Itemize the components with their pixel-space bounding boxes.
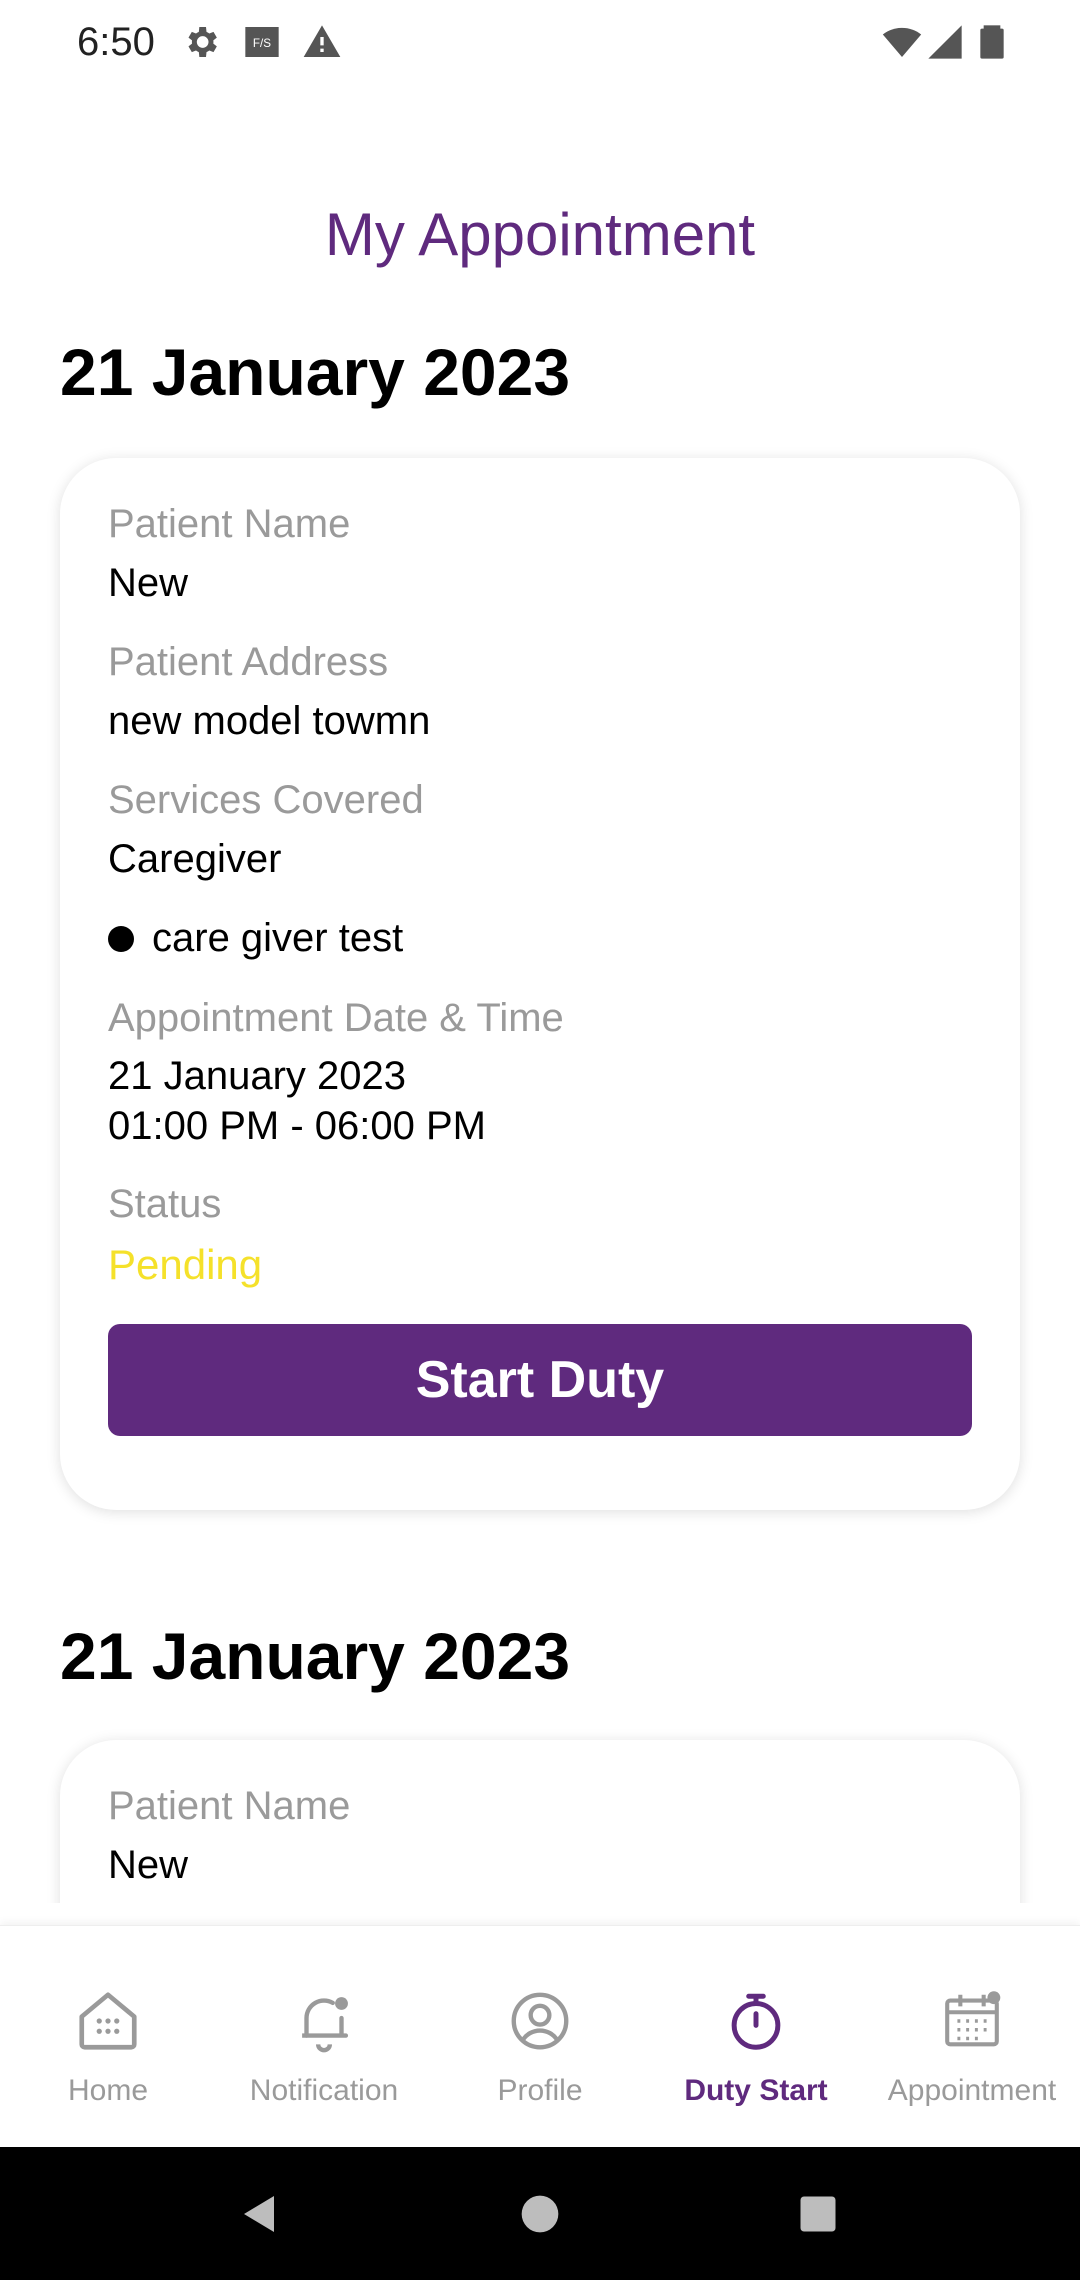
date-heading: 21 January 2023 xyxy=(60,335,571,409)
home-system-button[interactable] xyxy=(480,2147,600,2280)
system-navigation-bar xyxy=(0,2147,1080,2280)
home-circle-icon xyxy=(521,2195,559,2232)
settings-icon xyxy=(181,22,221,62)
bullet-icon xyxy=(108,925,134,952)
sub-service-value: care giver test xyxy=(152,916,404,960)
status-time: 6:50 xyxy=(77,20,155,64)
signal-icon xyxy=(925,22,965,62)
app-screen: 6:50 F/S My Appointment 21 January 2023 … xyxy=(0,0,1080,2280)
recents-square-icon xyxy=(800,2196,836,2231)
nav-label: Profile xyxy=(497,2074,583,2107)
datetime-label: Appointment Date & Time xyxy=(108,996,564,1040)
nav-duty-start[interactable]: Duty Start xyxy=(648,1926,864,2148)
nav-notification[interactable]: Notification xyxy=(216,1926,432,2148)
nav-home[interactable]: Home xyxy=(0,1926,216,2148)
home-icon xyxy=(79,1992,137,2050)
patient-name-label: Patient Name xyxy=(108,1784,351,1828)
nav-label: Duty Start xyxy=(684,2074,828,2107)
alert-icon xyxy=(302,22,342,62)
nav-label: Appointment xyxy=(887,2074,1057,2107)
fys-badge-text: F/S xyxy=(253,37,271,50)
status-label: Status xyxy=(108,1182,222,1226)
nav-label: Notification xyxy=(249,2074,399,2107)
patient-address-value: new model towmn xyxy=(108,699,431,743)
patient-name-value: New xyxy=(108,1843,189,1887)
patient-name-value: New xyxy=(108,561,189,605)
bottom-navigation: Home Notification Profile Duty Start App… xyxy=(0,1925,1080,2147)
sub-service-item: care giver test xyxy=(108,916,403,961)
patient-name-label: Patient Name xyxy=(108,502,351,546)
nav-appointment[interactable]: Appointment xyxy=(864,1926,1080,2148)
appointment-card: Patient Name New xyxy=(60,1740,1020,1903)
back-button[interactable] xyxy=(200,2147,320,2280)
appointment-date-value: 21 January 2023 xyxy=(108,1054,407,1098)
fys-app-icon: F/S xyxy=(242,22,282,62)
appointment-card: Patient Name New Patient Address new mod… xyxy=(60,458,1020,1510)
page-title: My Appointment xyxy=(324,201,756,268)
stopwatch-icon xyxy=(731,1993,781,2050)
back-icon xyxy=(244,2195,274,2232)
patient-address-label: Patient Address xyxy=(108,640,389,684)
battery-icon xyxy=(972,22,1012,62)
start-duty-button[interactable]: Start Duty xyxy=(108,1324,972,1436)
appointment-list[interactable]: My Appointment 21 January 2023 Patient N… xyxy=(0,88,1080,1903)
recents-button[interactable] xyxy=(758,2147,878,2280)
user-circle-icon xyxy=(511,1992,569,2050)
appointment-time-value: 01:00 PM - 06:00 PM xyxy=(108,1104,486,1148)
status-value: Pending xyxy=(108,1241,263,1288)
date-heading: 21 January 2023 xyxy=(60,1619,571,1693)
calendar-icon xyxy=(945,1991,1001,2047)
service-value: Caregiver xyxy=(108,837,282,881)
bell-icon xyxy=(302,1997,349,2053)
wifi-icon xyxy=(882,22,922,62)
nav-label: Home xyxy=(67,2074,149,2107)
nav-profile[interactable]: Profile xyxy=(432,1926,648,2148)
services-covered-label: Services Covered xyxy=(108,778,424,822)
status-bar: 6:50 F/S xyxy=(0,0,1080,88)
